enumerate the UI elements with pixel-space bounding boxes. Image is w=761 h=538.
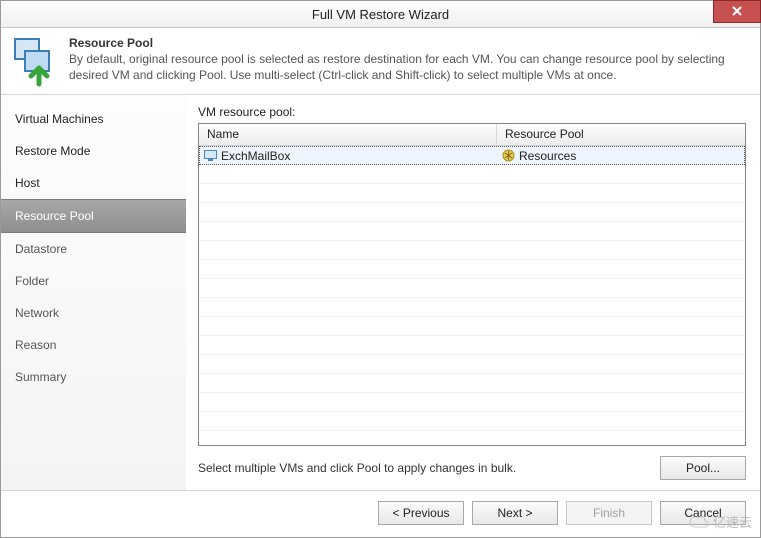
wizard-step-restore-mode[interactable]: Restore Mode bbox=[1, 135, 186, 167]
wizard-step-virtual-machines[interactable]: Virtual Machines bbox=[1, 103, 186, 135]
vm-icon bbox=[204, 150, 217, 161]
table-row[interactable] bbox=[199, 298, 745, 317]
wizard-step-datastore[interactable]: Datastore bbox=[1, 233, 186, 265]
header-title: Resource Pool bbox=[69, 36, 750, 50]
table-row[interactable] bbox=[199, 241, 745, 260]
table-row[interactable] bbox=[199, 393, 745, 412]
table-row[interactable] bbox=[199, 317, 745, 336]
cancel-button[interactable]: Cancel bbox=[660, 501, 746, 525]
resource-pool-icon bbox=[502, 149, 515, 162]
header-description: By default, original resource pool is se… bbox=[69, 52, 750, 83]
wizard-step-reason[interactable]: Reason bbox=[1, 329, 186, 361]
table-row[interactable] bbox=[199, 222, 745, 241]
wizard-header: Resource Pool By default, original resou… bbox=[1, 28, 760, 95]
wizard-step-resource-pool[interactable]: Resource Pool bbox=[1, 199, 186, 233]
vm-name-cell: ExchMailBox bbox=[221, 149, 290, 163]
close-icon bbox=[731, 4, 743, 20]
wizard-step-network[interactable]: Network bbox=[1, 297, 186, 329]
table-row[interactable] bbox=[199, 260, 745, 279]
vm-resource-pool-table: Name Resource Pool ExchMailBox Resources bbox=[198, 123, 746, 446]
table-body[interactable]: ExchMailBox Resources bbox=[199, 146, 745, 445]
window-title: Full VM Restore Wizard bbox=[312, 7, 449, 22]
table-row[interactable] bbox=[199, 203, 745, 222]
table-label: VM resource pool: bbox=[198, 105, 746, 119]
pool-button[interactable]: Pool... bbox=[660, 456, 746, 480]
table-row[interactable] bbox=[199, 355, 745, 374]
table-row[interactable] bbox=[199, 184, 745, 203]
wizard-main-panel: VM resource pool: Name Resource Pool Exc… bbox=[186, 95, 760, 490]
table-row[interactable] bbox=[199, 412, 745, 431]
table-row[interactable] bbox=[199, 165, 745, 184]
wizard-footer: < Previous Next > Finish Cancel bbox=[1, 490, 760, 537]
column-header-resource-pool[interactable]: Resource Pool bbox=[497, 124, 745, 145]
table-row[interactable] bbox=[199, 336, 745, 355]
table-row[interactable] bbox=[199, 279, 745, 298]
table-header-row: Name Resource Pool bbox=[199, 124, 745, 146]
next-button[interactable]: Next > bbox=[472, 501, 558, 525]
wizard-steps-sidebar: Virtual MachinesRestore ModeHostResource… bbox=[1, 95, 186, 490]
table-row[interactable] bbox=[199, 374, 745, 393]
bulk-hint-text: Select multiple VMs and click Pool to ap… bbox=[198, 461, 650, 475]
resource-pool-cell: Resources bbox=[519, 149, 576, 163]
wizard-step-folder[interactable]: Folder bbox=[1, 265, 186, 297]
column-header-name[interactable]: Name bbox=[199, 124, 497, 145]
close-button[interactable] bbox=[713, 0, 761, 23]
table-row[interactable] bbox=[199, 431, 745, 445]
wizard-window: Full VM Restore Wizard Resource Pool By … bbox=[0, 0, 761, 538]
previous-button[interactable]: < Previous bbox=[378, 501, 464, 525]
finish-button: Finish bbox=[566, 501, 652, 525]
resource-pool-wizard-icon bbox=[9, 36, 57, 84]
wizard-step-host[interactable]: Host bbox=[1, 167, 186, 199]
wizard-step-summary[interactable]: Summary bbox=[1, 361, 186, 393]
titlebar: Full VM Restore Wizard bbox=[1, 1, 760, 28]
table-row[interactable]: ExchMailBox Resources bbox=[199, 146, 745, 165]
